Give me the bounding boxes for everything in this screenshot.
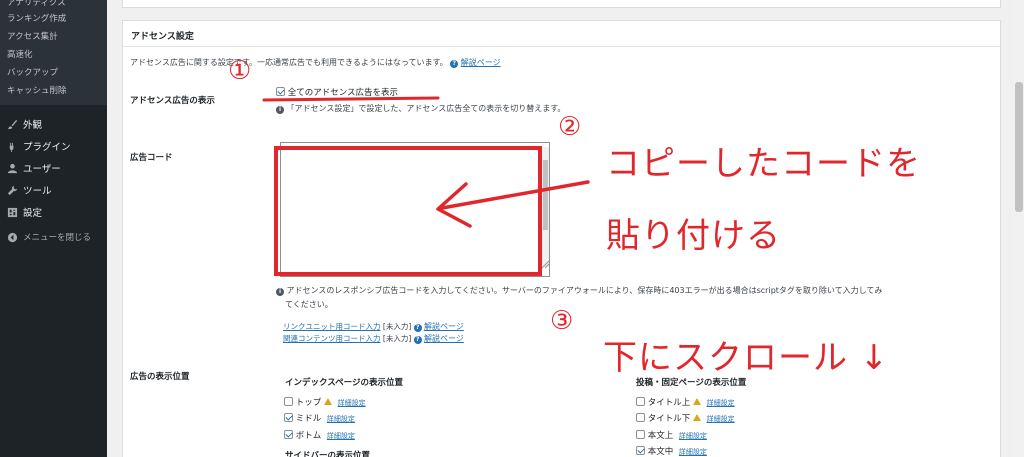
- related-content-row: 関連コンテンツ用コード入力 [未入力] ? 解説ページ: [283, 333, 464, 344]
- link-unit-code-link[interactable]: リンクユニット用コード入力: [283, 322, 381, 331]
- sidebar-positions-heading: サイドバーの表示位置: [285, 451, 371, 457]
- sidebar-item-appearance[interactable]: 外観: [0, 113, 107, 135]
- annotation-highlight-box: [274, 146, 542, 276]
- collapse-menu-label: メニューを閉じる: [23, 233, 92, 243]
- settings-icon: [6, 206, 18, 218]
- post-option-content-middle: 本文中 詳細設定: [636, 445, 707, 457]
- help-icon: ?: [413, 324, 422, 332]
- display-all-note-row: i 「アドセンス設定」で設定した、アドセンス広告全ての表示を切り替えます。: [276, 103, 565, 114]
- info-icon: i: [276, 106, 284, 114]
- detail-settings-link[interactable]: 詳細設定: [679, 432, 707, 440]
- annotation-paste-text: 貼り付ける: [606, 216, 781, 256]
- panel-title: アドセンス設定: [131, 32, 194, 42]
- sidebar-item-label: 設定: [23, 208, 43, 219]
- previous-panel-edge: [122, 0, 1001, 8]
- index-top-checkbox[interactable]: [284, 397, 293, 406]
- sidebar-item-label: 外観: [23, 120, 43, 131]
- info-icon: i: [276, 288, 284, 296]
- detail-settings-link[interactable]: 詳細設定: [707, 415, 735, 423]
- paintbrush-icon: [6, 118, 18, 130]
- option-label[interactable]: ミドル: [296, 414, 322, 424]
- submenu-item-backup[interactable]: バックアップ: [7, 66, 58, 78]
- index-option-bottom: ボトム 詳細設定: [284, 429, 355, 441]
- annotation-graphics: [274, 146, 590, 276]
- cocoon-submenu: アナリティクス ランキング作成 アクセス集計 高速化 バックアップ キャッシュ削…: [0, 0, 107, 105]
- sidebar-item-plugins[interactable]: プラグイン: [0, 135, 107, 157]
- panel-header: アドセンス設定: [123, 21, 1000, 47]
- detail-settings-link[interactable]: 詳細設定: [327, 432, 355, 440]
- annotation-underline: [262, 96, 440, 102]
- annotation-copy-text: コピーしたコードを: [606, 144, 921, 184]
- help-icon: ?: [413, 336, 422, 344]
- related-content-code-link[interactable]: 関連コンテンツ用コード入力: [283, 334, 381, 343]
- warning-icon: [323, 398, 332, 405]
- collapse-menu-button[interactable]: メニューを閉じる: [0, 226, 107, 248]
- page-scrollbar[interactable]: [1013, 0, 1024, 457]
- help-icon: ?: [450, 60, 459, 68]
- annotation-scroll-text: 下にスクロール ↓: [603, 338, 890, 378]
- option-label[interactable]: 本文上: [648, 431, 674, 441]
- submenu-item-cache[interactable]: キャッシュ削除: [7, 84, 67, 96]
- index-option-middle: ミドル 詳細設定: [284, 412, 355, 424]
- collapse-icon: [6, 231, 18, 243]
- annotation-step-3: ③: [550, 306, 574, 336]
- detail-settings-link[interactable]: 詳細設定: [679, 448, 707, 456]
- display-all-note: 「アドセンス設定」で設定した、アドセンス広告全ての表示を切り替えます。: [286, 104, 566, 113]
- panel-description-row: アドセンス広告に関する設定です。一応通常広告でも利用できるようにはなっています。…: [130, 57, 501, 68]
- option-label[interactable]: トップ: [296, 398, 322, 408]
- warning-icon: [692, 414, 701, 421]
- post-title-below-checkbox[interactable]: [636, 413, 645, 422]
- submenu-item-analytics[interactable]: アナリティクス: [7, 0, 66, 8]
- link-unit-help-link[interactable]: 解説ページ: [424, 322, 464, 331]
- submenu-item-speed[interactable]: 高速化: [7, 48, 33, 60]
- ad-code-label: 広告コード: [130, 153, 173, 163]
- link-unit-row: リンクユニット用コード入力 [未入力] ? 解説ページ: [283, 321, 464, 332]
- sidebar-item-label: ツール: [23, 186, 52, 197]
- plugin-icon: [6, 140, 18, 152]
- help-link[interactable]: 解説ページ: [461, 58, 501, 67]
- option-label[interactable]: タイトル上: [648, 398, 691, 408]
- post-title-above-checkbox[interactable]: [636, 397, 645, 406]
- link-unit-status: [未入力]: [382, 322, 412, 331]
- display-all-label: アドセンス広告の表示: [130, 96, 215, 106]
- ad-code-note-line2: てください。: [285, 300, 333, 309]
- submenu-item-ranking[interactable]: ランキング作成: [7, 12, 66, 24]
- option-label[interactable]: 本文中: [648, 447, 674, 457]
- post-content-above-checkbox[interactable]: [636, 430, 645, 439]
- sidebar-item-label: ユーザー: [23, 164, 61, 175]
- post-option-title-above: タイトル上 詳細設定: [636, 396, 735, 408]
- ad-code-note-row: i アドセンスのレスポンシブ広告コードを入力してください。サーバーのファイアウォ…: [276, 285, 882, 296]
- detail-settings-link[interactable]: 詳細設定: [327, 415, 355, 423]
- related-content-help-link[interactable]: 解説ページ: [424, 334, 464, 343]
- annotation-step-1: ①: [228, 56, 252, 86]
- related-content-status: [未入力]: [382, 334, 412, 343]
- post-option-content-above: 本文上 詳細設定: [636, 429, 707, 441]
- user-icon: [6, 162, 18, 174]
- sidebar-item-label: プラグイン: [23, 142, 71, 153]
- admin-sidebar: アナリティクス ランキング作成 アクセス集計 高速化 バックアップ キャッシュ削…: [0, 0, 107, 457]
- positions-label: 広告の表示位置: [130, 372, 190, 382]
- index-option-top: トップ 詳細設定: [284, 396, 366, 408]
- option-label[interactable]: タイトル下: [648, 414, 691, 424]
- option-label[interactable]: ボトム: [296, 431, 322, 441]
- warning-icon: [692, 398, 701, 405]
- sidebar-item-tools[interactable]: ツール: [0, 179, 107, 201]
- wrench-icon: [6, 184, 18, 196]
- panel-description: アドセンス広告に関する設定です。一応通常広告でも利用できるようにはなっています。: [130, 58, 448, 67]
- index-positions-heading: インデックスページの表示位置: [285, 378, 403, 388]
- sidebar-item-settings[interactable]: 設定: [0, 201, 107, 223]
- sidebar-item-users[interactable]: ユーザー: [0, 157, 107, 179]
- post-content-middle-checkbox[interactable]: [636, 446, 645, 455]
- submenu-item-access[interactable]: アクセス集計: [7, 30, 58, 42]
- detail-settings-link[interactable]: 詳細設定: [707, 399, 735, 407]
- index-middle-checkbox[interactable]: [284, 413, 293, 422]
- index-bottom-checkbox[interactable]: [284, 430, 293, 439]
- detail-settings-link[interactable]: 詳細設定: [338, 399, 366, 407]
- annotation-step-2: ②: [558, 112, 582, 142]
- page-scroll-thumb[interactable]: [1015, 82, 1023, 212]
- ad-code-note-line1: アドセンスのレスポンシブ広告コードを入力してください。サーバーのファイアウォール…: [286, 286, 883, 295]
- post-option-title-below: タイトル下 詳細設定: [636, 412, 735, 424]
